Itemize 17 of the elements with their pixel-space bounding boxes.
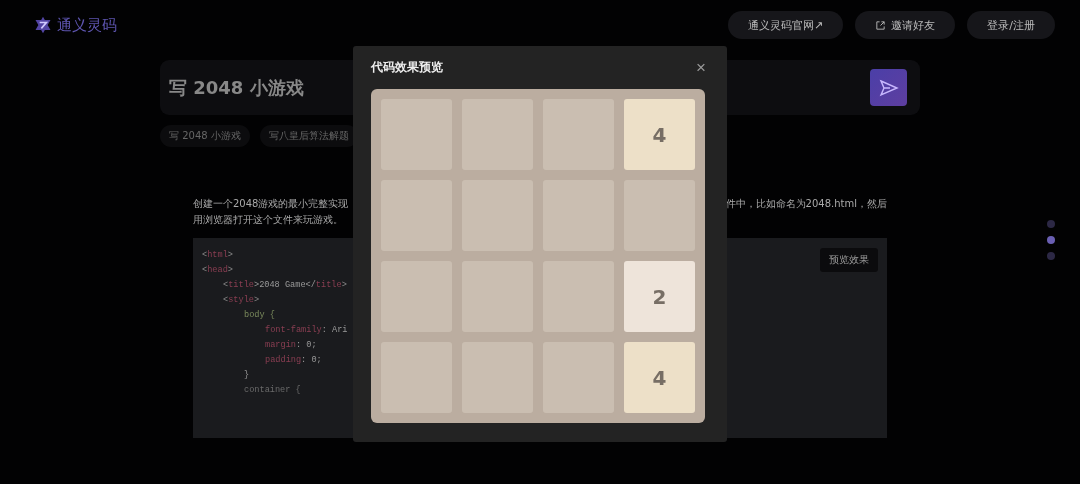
answer-text: 用浏览器打开这个文件来玩游戏。 [193,213,343,227]
code-line: } [244,369,250,382]
logo-text: 通义灵码 [57,15,117,35]
number-tile: 2 [624,261,695,332]
code-line: <head> [202,264,233,277]
code-line: padding: 0; [265,354,322,367]
code-line: <style> [223,294,260,307]
code-line: font-family: Ari [265,324,348,337]
code-line: body { [244,309,275,322]
number-tile: 4 [624,342,695,413]
number-tile: 4 [624,99,695,170]
code-line: <title>2048 Game</title> [223,279,347,292]
code-line: <html> [202,249,233,262]
code-line: container { [244,384,301,397]
code-line: margin: 0; [265,339,317,352]
answer-text: 创建一个2048游戏的最小完整实现 [193,197,349,211]
dialog-title: 代码效果预览 [371,59,443,76]
